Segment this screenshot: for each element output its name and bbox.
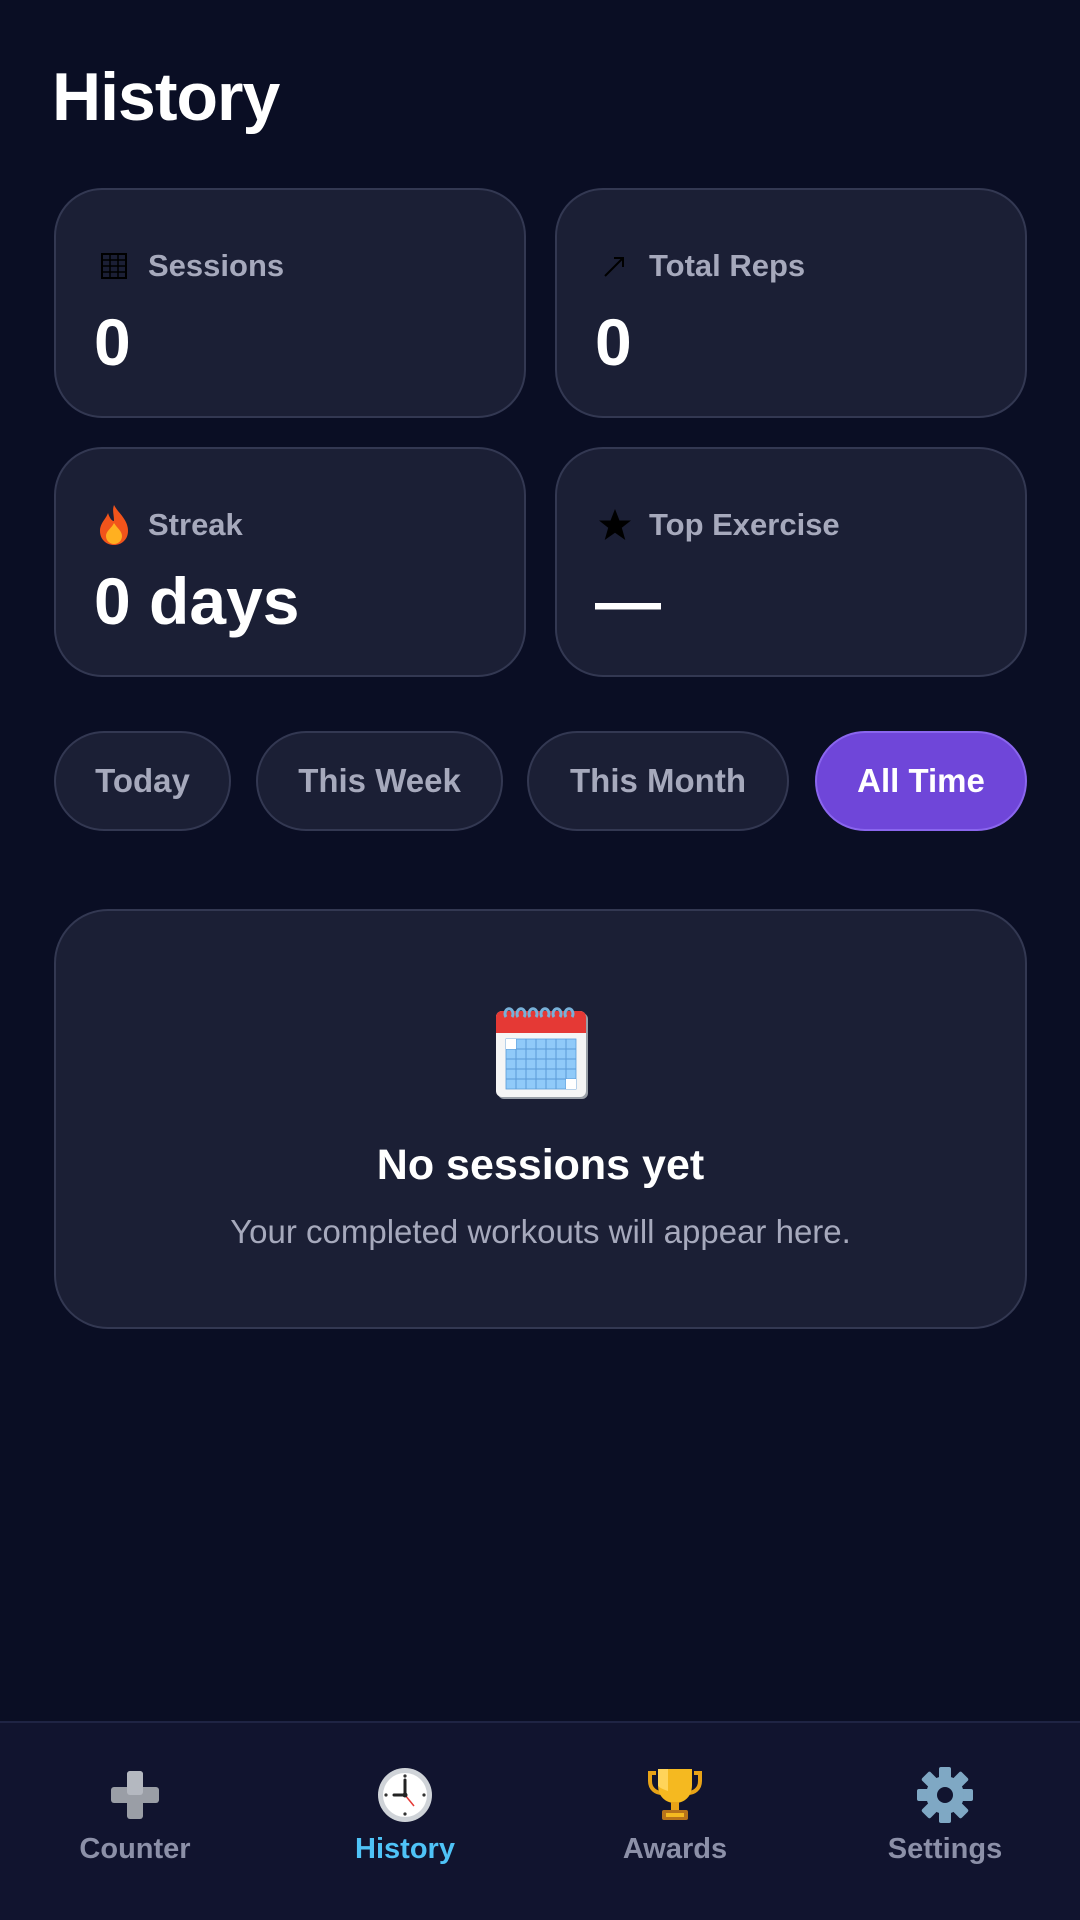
stat-card-sessions: Sessions 0 (54, 188, 526, 418)
bottom-navigation: Counter History Awards Settings (0, 1721, 1080, 1920)
nav-item-settings[interactable]: Settings (810, 1723, 1080, 1920)
history-screen: History Sessions 0 Total Reps 0 Streak 0… (0, 0, 1080, 1920)
stat-value: 0 (94, 305, 131, 379)
calendar-grid-icon (94, 246, 134, 286)
plus-icon (105, 1767, 165, 1823)
nav-item-history[interactable]: History (270, 1723, 540, 1920)
stat-label: Total Reps (649, 248, 806, 283)
spiral-calendar-icon (496, 1007, 588, 1099)
trend-arrow-icon (595, 246, 635, 286)
stat-card-top-exercise: Top Exercise — (555, 447, 1027, 677)
filter-all-time-button[interactable]: All Time (815, 731, 1027, 831)
empty-state-title: No sessions yet (376, 1141, 705, 1189)
empty-state-subtitle: Your completed workouts will appear here… (230, 1213, 851, 1250)
filter-today-button[interactable]: Today (54, 731, 231, 831)
stat-value: 0 (595, 305, 632, 379)
nav-label: History (355, 1833, 455, 1865)
trophy-icon (645, 1767, 705, 1823)
filter-this-week-button[interactable]: This Week (256, 731, 503, 831)
stat-label-row: Total Reps (595, 246, 805, 286)
nav-label: Counter (79, 1833, 191, 1865)
stat-label-row: Streak (94, 505, 243, 545)
gear-icon (915, 1767, 975, 1823)
stat-label-row: Sessions (94, 246, 284, 286)
nav-item-awards[interactable]: Awards (540, 1723, 810, 1920)
empty-state-card: No sessions yet Your completed workouts … (54, 909, 1027, 1329)
nav-item-counter[interactable]: Counter (0, 1723, 270, 1920)
fire-icon (94, 505, 134, 545)
stat-label: Streak (148, 507, 243, 542)
stat-label: Sessions (148, 248, 285, 283)
nav-label: Settings (887, 1833, 1003, 1865)
nav-label: Awards (622, 1833, 728, 1865)
clock-icon (375, 1767, 435, 1823)
stat-label: Top Exercise (649, 507, 840, 542)
stat-label-row: Top Exercise (595, 505, 840, 545)
filter-this-month-button[interactable]: This Month (527, 731, 789, 831)
stat-value: 0 days (94, 564, 300, 638)
star-icon (595, 505, 635, 545)
stat-card-total-reps: Total Reps 0 (555, 188, 1027, 418)
page-title: History (52, 59, 280, 135)
stat-card-streak: Streak 0 days (54, 447, 526, 677)
stat-value: — (595, 564, 661, 638)
